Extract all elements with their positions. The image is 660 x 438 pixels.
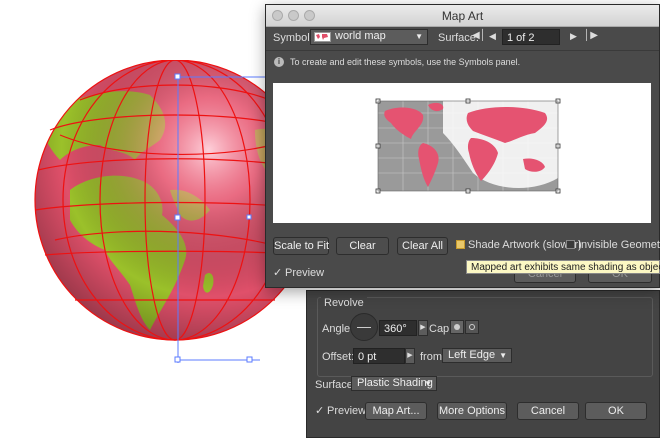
angle-label: Angle: [322,323,354,335]
world-map-preview [375,98,561,194]
scale-to-fit-button[interactable]: Scale to Fit [273,237,329,255]
map-art-button[interactable]: Map Art... [365,402,427,420]
checkbox-checked-icon [456,240,465,249]
map-art-dialog: Map Art Symbol: world map ▼ Surface: ◀│ ◀… [265,4,660,288]
angle-stepper[interactable]: ▶ [418,320,428,336]
map-art-preview-checkbox[interactable]: ✓ Preview [273,267,343,279]
offset-stepper[interactable]: ▶ [405,348,415,364]
cap-on-button[interactable] [450,320,464,334]
angle-dial[interactable] [350,313,378,341]
offset-input[interactable]: 0 pt [353,348,405,364]
surface-number-field[interactable]: 1 of 2 [502,29,560,45]
cap-label: Cap: [429,323,453,335]
revolve-group: Revolve Angle: 360° ▶ Cap: Offset: 0 pt … [317,297,653,377]
from-dropdown[interactable]: Left Edge ▼ [442,348,512,363]
checkbox-unchecked-icon [566,240,575,249]
more-options-button[interactable]: More Options [437,402,507,420]
world-map-thumbnail-icon [314,32,331,42]
clear-button[interactable]: Clear [336,237,389,255]
chevron-down-icon: ▼ [415,32,423,41]
surface-label: Surface: [315,379,356,391]
checkmark-icon: ✓ [273,267,283,279]
tooltip: Mapped art exhibits same shading as obje… [466,260,660,274]
revolve-options-dialog: Revolve Angle: 360° ▶ Cap: Offset: 0 pt … [306,290,660,438]
window-title: Map Art [441,9,484,23]
symbol-dropdown[interactable]: world map ▼ [310,29,428,45]
offset-label: Offset: [322,351,355,363]
next-surface-icon[interactable]: ▶ [570,31,577,42]
shade-artwork-checkbox[interactable]: Shade Artwork (slower) [456,239,582,251]
surface-dropdown[interactable]: Plastic Shading ▼ [351,376,437,391]
revolve-ok-button[interactable]: OK [585,402,647,420]
checkmark-icon: ✓ [315,405,325,417]
revolve-group-label: Revolve [321,297,367,309]
title-bar: Map Art [266,5,659,27]
previous-surface-icon[interactable]: ◀ [489,31,496,42]
map-preview-area[interactable] [273,83,651,223]
invisible-geometry-checkbox[interactable]: Invisible Geometry [566,239,660,251]
revolve-cancel-button[interactable]: Cancel [517,402,579,420]
angle-input[interactable]: 360° [379,320,417,336]
cap-off-button[interactable] [465,320,479,334]
from-label: from [420,351,442,363]
last-surface-icon[interactable]: │▶ [584,30,598,41]
info-icon: i [274,57,284,67]
chevron-down-icon: ▼ [499,351,507,360]
chevron-down-icon: ▼ [424,379,432,388]
first-surface-icon[interactable]: ◀│ [472,30,486,41]
info-text: To create and edit these symbols, use th… [290,57,521,67]
clear-all-button[interactable]: Clear All [397,237,448,255]
symbol-label: Symbol: [273,32,313,44]
